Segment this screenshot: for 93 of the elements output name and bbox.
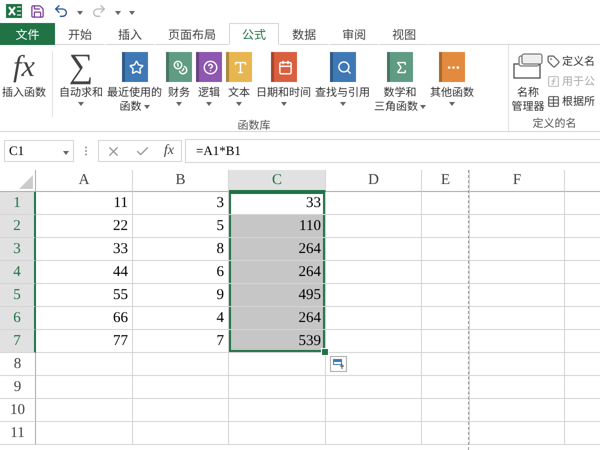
book-icon	[122, 52, 148, 82]
ribbon-button[interactable]: 最近使用的 函数	[105, 49, 164, 113]
table-cell	[422, 238, 470, 261]
table-cell: 7	[133, 330, 229, 353]
table-cell	[422, 353, 470, 376]
grid-icon	[333, 359, 344, 369]
card-box-icon	[511, 52, 545, 82]
group-label: 定义的名	[532, 115, 578, 131]
ribbon-button[interactable]: 数学和 三角函数	[372, 49, 428, 113]
table-cell	[422, 307, 470, 330]
group-label: 函数库	[236, 117, 272, 131]
row-header[interactable]: 9	[0, 376, 36, 399]
function-icon	[547, 74, 560, 88]
table-cell: 44	[36, 261, 133, 284]
table-cell: 55	[36, 284, 133, 307]
table-cell	[422, 422, 470, 445]
row-header[interactable]: 7	[0, 330, 36, 353]
table-cell: 264	[229, 307, 326, 330]
ribbon-button[interactable]: 财务	[164, 49, 194, 106]
caret-icon	[63, 150, 69, 154]
table-cell: 66	[36, 307, 133, 330]
ribbon-button[interactable]: 文本	[224, 49, 254, 106]
book-icon	[270, 52, 296, 82]
table-cell: 3	[133, 192, 229, 215]
ribbon-button[interactable]: 逻辑	[194, 49, 224, 106]
row-header[interactable]: 10	[0, 399, 36, 422]
formula-field[interactable]: =A1*B1	[185, 139, 600, 163]
table-cell: 264	[229, 261, 326, 284]
table-cell: 22	[36, 215, 133, 238]
corner-triangle-icon	[19, 175, 33, 189]
table-cell: 33	[36, 238, 133, 261]
book-icon	[166, 52, 192, 82]
table-cell: 6	[133, 261, 229, 284]
book-icon	[439, 52, 465, 82]
table-cell	[422, 215, 470, 238]
fill-handle[interactable]	[321, 348, 329, 356]
row-header[interactable]: 11	[0, 422, 36, 445]
book-icon	[387, 52, 413, 82]
table-cell: 5	[133, 215, 229, 238]
undo-icon[interactable]	[53, 3, 69, 19]
caret-icon	[115, 10, 121, 14]
ribbon-small-button[interactable]: 定义名	[547, 53, 595, 69]
caret-icon	[77, 10, 83, 14]
table-cell	[422, 376, 470, 399]
sum-symbol: ∑	[68, 50, 94, 84]
row-header[interactable]: 1	[0, 192, 36, 215]
table-cell	[422, 330, 470, 353]
row-header[interactable]: 2	[0, 215, 36, 238]
table-cell	[422, 261, 470, 284]
column-header[interactable]: D	[326, 170, 422, 192]
ribbon-small-button[interactable]: 根据所	[547, 93, 595, 109]
quick-analysis-button[interactable]	[330, 356, 347, 372]
table-cell: 8	[133, 238, 229, 261]
ribbon-tab[interactable]: 公式	[229, 23, 280, 45]
column-header[interactable]: C	[229, 170, 326, 192]
table-cell	[422, 284, 470, 307]
ribbon-button[interactable]: 其他函数	[428, 49, 476, 106]
row-header[interactable]: 5	[0, 284, 36, 307]
row-header[interactable]: 4	[0, 261, 36, 284]
insert-function-button[interactable]: fx	[164, 143, 174, 159]
ribbon-button[interactable]: ∑ 自动求和	[57, 49, 105, 106]
save-icon[interactable]	[30, 4, 45, 18]
table-cell: 33	[229, 192, 326, 215]
row-header[interactable]: 6	[0, 307, 36, 330]
book-icon	[330, 52, 356, 82]
column-header[interactable]: F	[470, 170, 565, 192]
table-cell: 495	[229, 284, 326, 307]
table-cell	[422, 192, 470, 215]
function-symbol: fx	[13, 50, 35, 84]
table-icon	[547, 94, 560, 108]
name-box[interactable]: C1	[4, 140, 74, 162]
table-cell: 11	[36, 192, 133, 215]
file-tab[interactable]: 文件	[0, 23, 55, 45]
book-icon	[196, 52, 222, 82]
tag-icon	[547, 54, 560, 68]
row-header[interactable]: 3	[0, 238, 36, 261]
table-cell: 264	[229, 238, 326, 261]
table-cell: 110	[229, 215, 326, 238]
column-header[interactable]: A	[36, 170, 133, 192]
spreadsheet-logo-icon[interactable]	[6, 3, 22, 19]
caret-icon	[129, 10, 135, 14]
ribbon-button[interactable]: 日期和时间	[254, 49, 313, 106]
ribbon-button[interactable]: 名称 管理器	[509, 49, 547, 113]
column-header[interactable]: B	[133, 170, 229, 192]
column-header[interactable]: E	[422, 170, 470, 192]
book-icon	[226, 52, 252, 82]
ribbon-button[interactable]: 查找与引用	[313, 49, 372, 106]
table-cell	[422, 399, 470, 422]
row-header[interactable]: 8	[0, 353, 36, 376]
table-cell: 9	[133, 284, 229, 307]
ribbon-button[interactable]: fx 插入函数	[0, 49, 48, 99]
table-cell: 4	[133, 307, 229, 330]
table-cell: 77	[36, 330, 133, 353]
